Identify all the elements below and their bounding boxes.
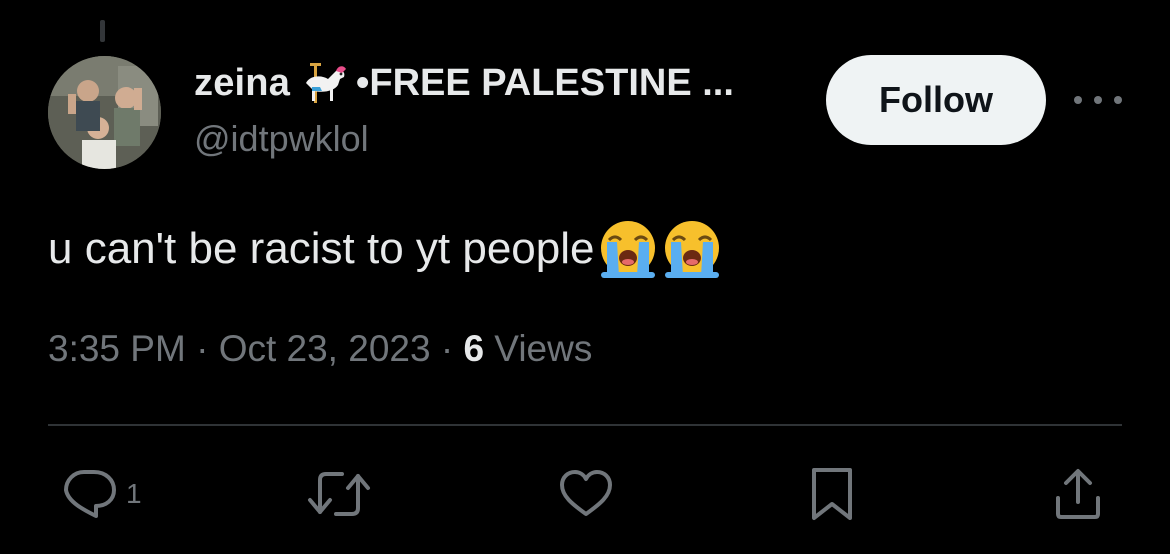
retweet-button[interactable] [306, 464, 372, 524]
share-button[interactable] [1052, 464, 1104, 524]
reply-button[interactable]: 1 [62, 464, 142, 524]
heart-icon [560, 470, 612, 516]
views-count[interactable]: 6 [463, 328, 484, 369]
author-display-name[interactable]: zeina [194, 62, 290, 105]
more-dot [1114, 96, 1122, 104]
tweet-meta: 3:35 PM · Oct 23, 2023 · 6 Views [48, 328, 592, 370]
views-label: Views [484, 328, 593, 369]
follow-button[interactable]: Follow [826, 55, 1046, 145]
avatar[interactable] [48, 56, 161, 169]
retweet-icon [308, 472, 370, 516]
loudly-crying-face-icon [661, 218, 723, 280]
reply-count: 1 [126, 478, 142, 509]
tweet-time[interactable]: 3:35 PM [48, 328, 186, 369]
divider [48, 424, 1122, 426]
thread-connector-line [100, 20, 105, 42]
tweet-date[interactable]: Oct 23, 2023 [219, 328, 431, 369]
more-dot [1074, 96, 1082, 104]
author-handle[interactable]: @idtpwklol [194, 118, 369, 160]
reply-icon [64, 470, 116, 518]
more-options-icon[interactable] [1074, 85, 1122, 115]
more-dot [1094, 96, 1102, 104]
tweet-body: u can't be racist to yt people [48, 224, 595, 273]
carousel-horse-icon [300, 61, 350, 105]
author-name-suffix: •FREE PALESTINE ... [356, 61, 734, 104]
meta-separator: · [430, 328, 464, 369]
loudly-crying-face-icon [597, 218, 659, 280]
tweet-text: u can't be racist to yt people [48, 218, 723, 280]
like-button[interactable] [558, 464, 614, 524]
bookmark-button[interactable] [808, 464, 856, 524]
meta-separator: · [185, 328, 219, 369]
action-bar: 1 [0, 464, 1170, 524]
share-icon [1056, 469, 1100, 519]
author-name-row[interactable]: zeina •FREE PALESTINE ... [194, 58, 734, 108]
tweet-detail: zeina •FREE PALESTINE ... @idtpwklol Fol… [0, 0, 1170, 554]
avatar-photo [48, 56, 161, 169]
bookmark-icon [812, 468, 852, 520]
